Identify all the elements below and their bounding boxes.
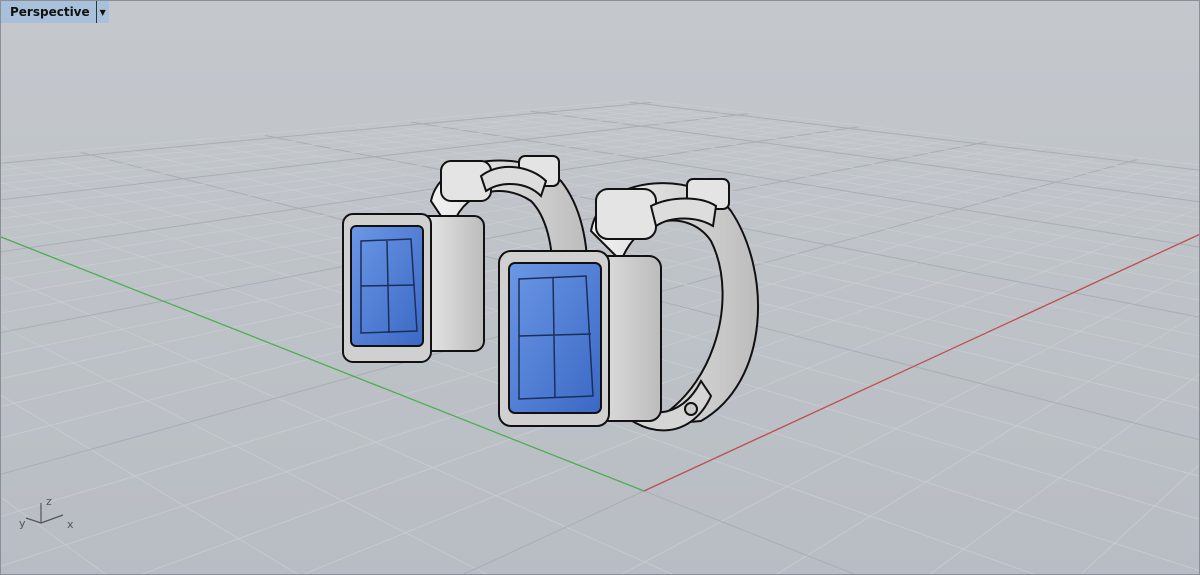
grid-line — [1194, 180, 1199, 182]
perspective-viewport[interactable]: z x y Perspective ▼ — [0, 0, 1200, 575]
3d-scene[interactable]: z x y — [1, 1, 1199, 574]
gizmo-z-label: z — [46, 495, 52, 508]
viewport-title[interactable]: Perspective — [1, 5, 96, 19]
dropdown-arrow-icon[interactable]: ▼ — [95, 1, 109, 23]
viewport-title-tab[interactable]: Perspective ▼ — [1, 1, 109, 23]
gizmo-x-label: x — [67, 518, 74, 531]
gizmo-y-label: y — [19, 517, 26, 530]
